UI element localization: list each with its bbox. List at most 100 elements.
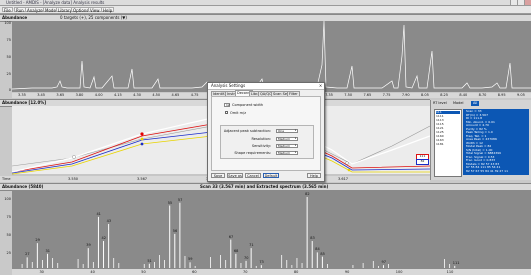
chrom-x-tick: 8.40	[459, 93, 468, 97]
spec-x-tick: 100	[395, 270, 403, 274]
spectrum-peak-label: 57	[177, 197, 183, 202]
toolbar-view-button[interactable]: View	[88, 7, 102, 13]
spec-y-tick-100: 100	[4, 197, 11, 201]
tic-trace	[12, 21, 531, 90]
component-width-input[interactable]: 12	[224, 103, 230, 107]
close-button[interactable]	[524, 0, 531, 5]
chrom-y-tick-75: 75	[6, 38, 11, 42]
spectrum-peak-label: 41	[96, 211, 101, 216]
profile-mini-legend: 111 82	[416, 154, 429, 165]
chrom-x-tick: 8.70	[478, 93, 487, 97]
profile-marker-1	[72, 155, 76, 159]
spectrum-peak-label: 70	[244, 255, 249, 260]
spec-x-tick: 60	[192, 270, 197, 274]
chrom-x-tick: 3.80	[75, 93, 84, 97]
chrom-x-tick: 7.75	[382, 93, 391, 97]
spectrum-peak-label: 83	[310, 236, 315, 241]
chevron-down-icon: ▾	[294, 151, 297, 154]
spectrum-peak-label: 39	[86, 243, 91, 248]
shape-requirements-label: Shape requirements:	[234, 151, 271, 155]
default-button[interactable]: Default	[263, 173, 279, 178]
chrom-x-tick: 4.00	[94, 93, 103, 97]
spec-x-tick: 70	[243, 270, 248, 274]
toolbar-help-button[interactable]: Help	[101, 7, 115, 13]
sensitivity-select[interactable]: Medium ▾	[276, 144, 298, 148]
toolbar-analyze-button[interactable]: Analyze	[25, 7, 45, 13]
chrom-x-tick: 8.05	[421, 93, 429, 97]
chrom-x-tick: 8.95	[497, 93, 506, 97]
chrom-x-tick: 7.65	[363, 93, 372, 97]
chevron-down-icon: ▾	[294, 137, 297, 140]
chrom-x-tick: 4.15	[113, 93, 122, 97]
chrom-x-tick: 3.35	[18, 93, 26, 97]
chrom-x-tick: 7.35	[325, 93, 333, 97]
profile-marker-6	[347, 168, 351, 172]
spectrum-peak-label: 85	[320, 251, 325, 256]
spec-y-tick-75: 75	[6, 215, 11, 219]
profile-marker-5	[345, 161, 349, 165]
spec-x-tick: 110	[446, 270, 454, 274]
spectrum-peak-label: 111	[452, 260, 460, 265]
spectrum-peak-label: 68	[233, 248, 239, 253]
chrom-x-tick: 7.90	[401, 93, 410, 97]
dialog-close-button[interactable]: ×	[318, 83, 323, 89]
spec-x-tick: 80	[293, 270, 299, 274]
profile-x-tick-1: 3.550	[68, 177, 79, 181]
profile-marker-2	[140, 132, 144, 136]
spectrum-x-axis: 30 40 50 60 70 80 90 100 110	[12, 269, 531, 275]
component-item[interactable]: 1181	[436, 143, 444, 146]
chrom-x-tick: 8.25	[440, 93, 449, 97]
chevron-down-icon: ▾	[294, 129, 297, 132]
save-button[interactable]: Save	[211, 173, 225, 178]
toolbar-file-button[interactable]: File	[2, 7, 13, 13]
spectrum-peak-label: 55	[167, 200, 173, 205]
profile-x-tick-2: 3.567	[137, 177, 148, 181]
info-tab-rt-level[interactable]: RT level	[433, 101, 447, 106]
chrom-y-tick-100: 100	[4, 21, 11, 25]
info-tab-all[interactable]: All	[471, 101, 480, 106]
spec-x-tick: 90	[344, 270, 350, 274]
window-title: Untitled - AMDIS - [Analyze data] Analys…	[6, 0, 105, 5]
profile-marker-3	[140, 137, 144, 141]
resolution-value: Medium	[278, 137, 290, 141]
spec-y-tick-50: 50	[6, 233, 11, 237]
adjacent-peak-label: Adjacent peak subtraction:	[223, 129, 271, 133]
shape-requirements-select[interactable]: Medium ▾	[276, 151, 298, 155]
profile-time-label: Time	[2, 177, 11, 181]
spectrum-peak-label: 42	[101, 236, 106, 241]
chevron-down-icon: ▾	[294, 144, 297, 147]
omit-mz-checkbox[interactable]	[225, 111, 228, 114]
spectrum-peak-labels: 27 29 31 39 41 42 43 51 55 56 57 59 67 68 70 71 73 82 83 84…	[12, 190, 531, 269]
chrom-y-tick-50: 50	[6, 55, 11, 59]
sensitivity-label: Sensitivity:	[251, 144, 271, 148]
chrom-x-tick: 4.30	[133, 93, 141, 97]
mini-legend-82: 82	[416, 159, 429, 165]
save-as-button[interactable]: Save as	[227, 173, 243, 178]
chrom-x-tick: 4.75	[190, 93, 199, 97]
shape-requirements-value: Medium	[278, 151, 290, 155]
spectrum-peak-label: 73	[259, 260, 264, 265]
adjacent-peak-select[interactable]: One ▾	[276, 129, 298, 133]
adjacent-peak-value: One	[278, 129, 285, 133]
chrom-y-tick-0: 0	[8, 88, 11, 92]
dialog-title-bar: Analysis Settings ×	[208, 83, 324, 90]
spectrum-peak-label: 51	[147, 258, 152, 263]
component-info-panel: RT level Model All 111 1111 1113 1115 11…	[430, 100, 531, 180]
spectrum-peak-label: 97	[381, 260, 386, 265]
toolbar-run-button[interactable]: Run	[14, 7, 26, 13]
chrom-x-tick: 3.65	[56, 93, 65, 97]
component-list[interactable]: 111 1111 1113 1115 1121 1125 1160 1163 1…	[434, 109, 462, 177]
profile-x-tick-4: 3.617	[338, 177, 349, 181]
resolution-select[interactable]: Medium ▾	[276, 137, 298, 141]
info-tab-model[interactable]: Model	[453, 101, 464, 106]
resolution-label: Resolution:	[251, 137, 271, 141]
deconv-tab-panel: 12 Component width Omit m/z Adjacent pea…	[211, 96, 321, 171]
chrom-x-tick: 4.50	[152, 93, 161, 97]
spectrum-peak-label: 67	[228, 234, 234, 239]
chrom-y-tick-25: 25	[6, 72, 11, 76]
component-width-label: Component width	[232, 103, 264, 107]
cancel-button[interactable]: Cancel	[245, 173, 261, 178]
spectrum-peak-label: 29	[35, 238, 40, 243]
help-button[interactable]: Help	[307, 173, 321, 178]
deconv-settings-group: Adjacent peak subtraction: One ▾ Resoluti…	[220, 125, 314, 159]
